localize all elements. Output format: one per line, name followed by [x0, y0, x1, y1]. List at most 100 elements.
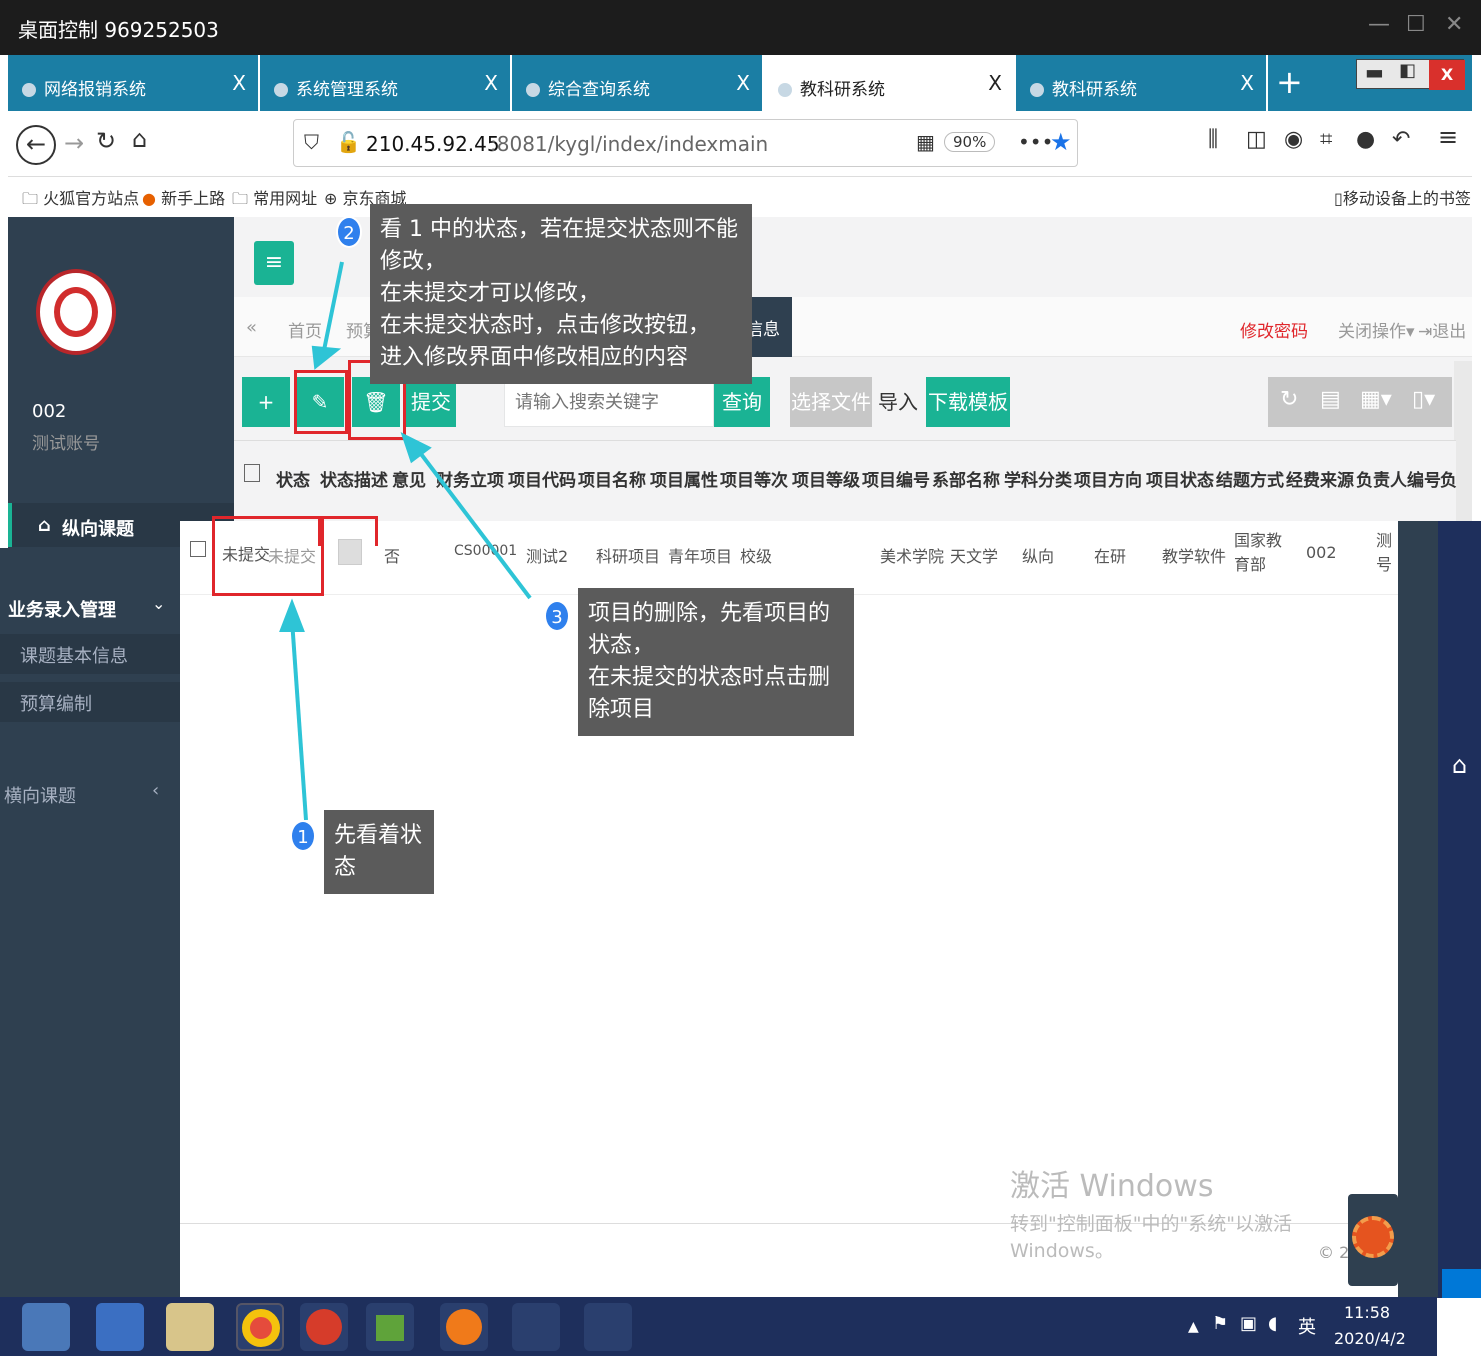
- qr-code-icon[interactable]: ▦: [916, 130, 935, 154]
- column-header[interactable]: 状态: [276, 466, 310, 491]
- column-header[interactable]: 负责人编号: [1356, 466, 1441, 491]
- column-header[interactable]: 项目方向: [1074, 466, 1142, 491]
- tray-volume-icon[interactable]: ◖: [1268, 1313, 1277, 1334]
- column-header[interactable]: 项目代码: [508, 466, 576, 491]
- minimize-icon[interactable]: —: [1368, 12, 1390, 37]
- mobile-bookmarks[interactable]: ▯移动设备上的书签: [1334, 185, 1471, 209]
- back-icon[interactable]: ←: [16, 125, 56, 165]
- close-icon[interactable]: X: [1429, 60, 1465, 90]
- menu-budget[interactable]: 预算编制: [0, 682, 180, 722]
- column-header[interactable]: 结题方式: [1216, 466, 1284, 491]
- column-header[interactable]: 项目状态: [1146, 466, 1214, 491]
- windows-icon[interactable]: [1442, 1269, 1481, 1298]
- clock-time[interactable]: 11:58: [1344, 1303, 1390, 1322]
- reload-icon[interactable]: ↻: [96, 127, 116, 155]
- shield-icon[interactable]: ⛉: [304, 130, 319, 154]
- minimize-icon[interactable]: ▬: [1365, 60, 1384, 84]
- close-operations-dropdown[interactable]: 关闭操作▾: [1338, 317, 1415, 342]
- tab-query[interactable]: 综合查询系统 X: [512, 55, 764, 111]
- list-icon[interactable]: ▤: [1320, 387, 1341, 412]
- column-header[interactable]: 财务立项: [436, 466, 504, 491]
- chat-icon[interactable]: ●: [1356, 127, 1375, 152]
- close-tab-icon[interactable]: X: [484, 71, 498, 95]
- floating-widget[interactable]: [1348, 1194, 1398, 1286]
- gear-icon[interactable]: [1352, 1216, 1394, 1258]
- new-tab-button[interactable]: +: [1276, 63, 1303, 101]
- paint-icon[interactable]: [512, 1303, 560, 1351]
- column-header[interactable]: 项目编号: [862, 466, 930, 491]
- tab-research[interactable]: 教科研系统 X: [1016, 55, 1268, 111]
- zoom-level[interactable]: 90%: [944, 132, 996, 152]
- logout-link[interactable]: ⇥退出: [1418, 317, 1466, 342]
- menu-basic-info[interactable]: 课题基本信息: [0, 634, 180, 674]
- bookmark-firefox-site[interactable]: 🗀 火狐官方站点: [22, 185, 139, 215]
- close-tab-icon[interactable]: X: [736, 71, 750, 95]
- scrollbar[interactable]: [1454, 361, 1472, 521]
- export-icon[interactable]: ▯▾: [1412, 387, 1435, 412]
- import-button[interactable]: 导入: [872, 377, 924, 427]
- column-header[interactable]: 负: [1440, 466, 1457, 491]
- bookmark-getting-started[interactable]: ● 新手上路: [142, 185, 225, 209]
- column-header[interactable]: 经费来源: [1286, 466, 1354, 491]
- tray-network-icon[interactable]: ⚑: [1212, 1313, 1228, 1334]
- close-tab-icon[interactable]: X: [232, 71, 246, 95]
- bookmark-common-sites[interactable]: 🗀 常用网址: [232, 185, 317, 215]
- close-tab-icon[interactable]: X: [988, 71, 1002, 95]
- submit-button[interactable]: 提交: [406, 377, 456, 427]
- home-icon[interactable]: ⌂: [132, 125, 147, 153]
- change-password-link[interactable]: 修改密码: [1240, 317, 1308, 342]
- powershell-icon[interactable]: [96, 1303, 144, 1351]
- insecure-lock-icon[interactable]: 🔓: [336, 130, 361, 154]
- account-icon[interactable]: ◉: [1284, 127, 1303, 152]
- column-header[interactable]: 项目名称: [578, 466, 646, 491]
- menu-business-entry[interactable]: 业务录入管理 ⌄: [0, 584, 180, 628]
- close-tab-icon[interactable]: X: [1240, 71, 1254, 95]
- refresh-icon[interactable]: ↻: [1280, 387, 1298, 412]
- column-header[interactable]: 意见: [392, 466, 426, 491]
- page-actions-icon[interactable]: •••: [1018, 130, 1053, 154]
- forward-icon[interactable]: →: [64, 129, 84, 157]
- browser-icon[interactable]: [300, 1303, 348, 1351]
- choose-file-button[interactable]: 选择文件: [790, 377, 872, 427]
- chrome-icon[interactable]: [236, 1303, 284, 1351]
- menu-toggle-button[interactable]: ≡: [254, 241, 294, 285]
- close-icon[interactable]: ✕: [1445, 12, 1463, 37]
- menu-horizontal-topics[interactable]: 横向课题 ‹: [0, 774, 180, 814]
- tools-icon[interactable]: [584, 1303, 632, 1351]
- tab-reimbursement[interactable]: 网络报销系统 X: [8, 55, 260, 111]
- ime-indicator[interactable]: 英: [1298, 1313, 1316, 1339]
- column-header[interactable]: 学科分类: [1004, 466, 1072, 491]
- url-bar[interactable]: ⛉ 🔓 210.45.92.45 :8081/kygl/index/indexm…: [293, 119, 1078, 167]
- notepad-icon[interactable]: [166, 1303, 214, 1351]
- search-input[interactable]: [504, 377, 714, 427]
- column-header[interactable]: 系部名称: [932, 466, 1000, 491]
- menu-icon[interactable]: ≡: [1438, 123, 1458, 151]
- tab-research-active[interactable]: 教科研系统 X: [764, 55, 1016, 111]
- column-header[interactable]: 状态描述: [320, 466, 388, 491]
- library-icon[interactable]: ⫼: [1208, 127, 1218, 152]
- row-checkbox[interactable]: [190, 541, 206, 557]
- columns-icon[interactable]: ▦▾: [1360, 387, 1392, 412]
- column-header[interactable]: 项目等次: [720, 466, 788, 491]
- page-tab-home[interactable]: 首页: [288, 317, 322, 342]
- column-header[interactable]: 项目等级: [792, 466, 860, 491]
- query-button[interactable]: 查询: [714, 377, 770, 427]
- column-header[interactable]: 项目属性: [650, 466, 718, 491]
- firefox-icon[interactable]: [440, 1303, 488, 1351]
- home-icon[interactable]: ⌂: [1452, 751, 1467, 779]
- sidebar-icon[interactable]: ◫: [1246, 127, 1267, 152]
- tab-system-admin[interactable]: 系统管理系统 X: [260, 55, 512, 111]
- tray-expand-icon[interactable]: ▲: [1188, 1319, 1199, 1335]
- select-all-checkbox[interactable]: [244, 464, 260, 482]
- undo-icon[interactable]: ↶: [1392, 127, 1410, 152]
- tray-display-icon[interactable]: ▣: [1240, 1313, 1257, 1334]
- double-left-icon[interactable]: «: [246, 317, 257, 338]
- bookmark-star-icon[interactable]: ★: [1050, 128, 1072, 156]
- clock-date[interactable]: 2020/4/2: [1334, 1329, 1406, 1348]
- add-button[interactable]: +: [242, 377, 290, 427]
- screenshot-icon[interactable]: ⌗: [1320, 127, 1332, 152]
- maximize-icon[interactable]: ☐: [1406, 12, 1426, 37]
- media-icon[interactable]: [366, 1303, 414, 1351]
- download-template-button[interactable]: 下载模板: [926, 377, 1010, 427]
- network-app-icon[interactable]: [22, 1303, 70, 1351]
